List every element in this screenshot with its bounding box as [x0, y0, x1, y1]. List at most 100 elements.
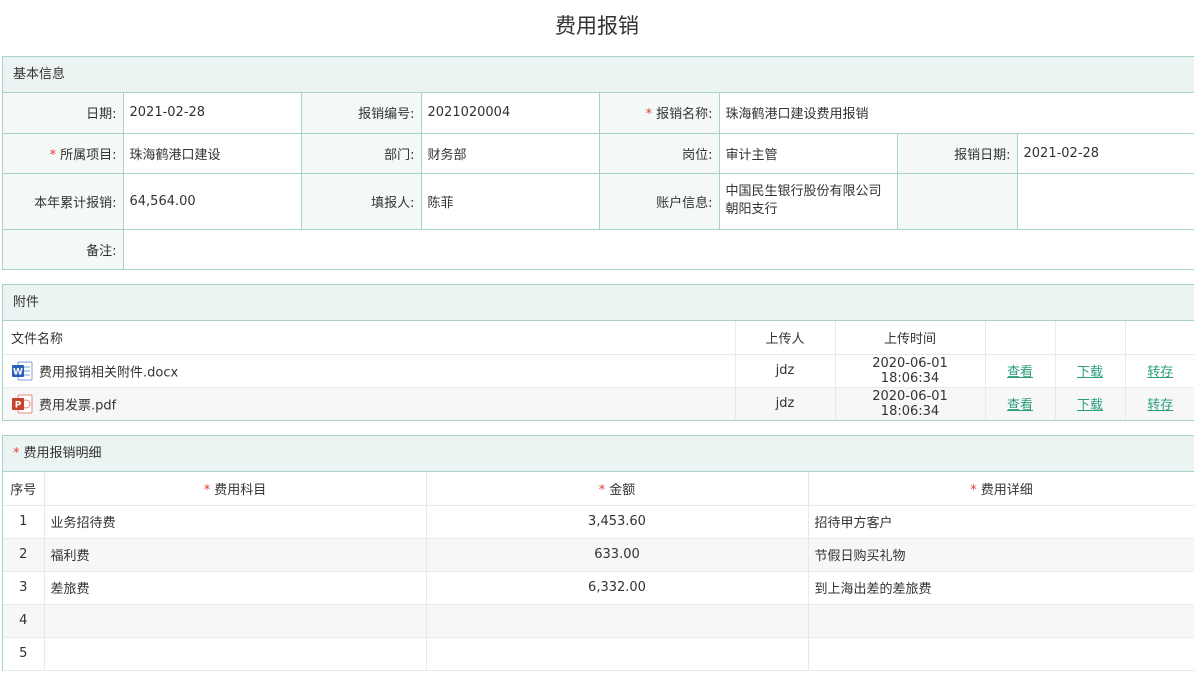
basic-info-table: 日期: 2021-02-28 报销编号: 2021020004 * 报销名称: 珠… — [3, 93, 1194, 269]
empty-cell — [1017, 173, 1194, 230]
col-detail: 费用详细 — [980, 482, 1033, 498]
file-name-cell: P 费用发票.pdf — [3, 387, 736, 420]
detail-row: 4 — [3, 604, 1194, 638]
amount-cell[interactable]: 6,332.00 — [426, 571, 809, 605]
ppt-file-icon: P — [11, 394, 33, 414]
page-title: 费用报销 — [555, 14, 639, 38]
col-upload-time: 上传时间 — [835, 321, 986, 355]
view-link[interactable]: 查看 — [1007, 398, 1033, 413]
col-empty — [1125, 321, 1194, 355]
col-amount-cell: * 金额 — [426, 472, 809, 506]
amount-cell[interactable] — [426, 604, 809, 638]
svg-text:P: P — [15, 400, 22, 410]
attachment-row: P 费用发票.pdf jdz 2020-06-01 18:06:34 查看 下载… — [3, 387, 1194, 420]
col-empty — [1055, 321, 1126, 355]
dept-label: 部门: — [301, 133, 422, 174]
save-link[interactable]: 转存 — [1147, 398, 1173, 413]
ytd-label: 本年累计报销: — [3, 173, 124, 230]
uploader: jdz — [735, 354, 836, 388]
col-amount: 金额 — [609, 482, 636, 498]
basic-info-heading: 基本信息 — [3, 57, 1194, 93]
required-mark: * — [598, 482, 606, 498]
name-label-cell: * 报销名称: — [599, 93, 720, 134]
col-subject-cell: * 费用科目 — [44, 472, 427, 506]
col-subject: 费用科目 — [214, 482, 267, 498]
subject-cell[interactable] — [44, 637, 427, 671]
col-file-name: 文件名称 — [3, 321, 736, 355]
upload-time: 2020-06-01 18:06:34 — [835, 354, 986, 388]
name-value[interactable]: 珠海鹤港口建设费用报销 — [719, 93, 1194, 134]
project-label: 所属项目: — [60, 147, 117, 163]
uploader: jdz — [735, 387, 836, 420]
upload-time: 2020-06-01 18:06:34 — [835, 387, 986, 420]
detail-cell[interactable]: 招待甲方客户 — [808, 505, 1194, 539]
required-mark: * — [645, 107, 653, 123]
attachment-row: W 费用报销相关附件.docx jdz 2020-06-01 18:06:34 … — [3, 354, 1194, 388]
detail-row: 5 — [3, 637, 1194, 671]
date-label: 日期: — [3, 93, 124, 134]
filler-label: 填报人: — [301, 173, 422, 230]
required-mark: * — [970, 482, 977, 498]
subject-cell[interactable]: 业务招待费 — [44, 505, 427, 539]
detail-cell[interactable] — [808, 604, 1194, 638]
project-value[interactable]: 珠海鹤港口建设 — [123, 133, 302, 174]
col-uploader: 上传人 — [735, 321, 836, 355]
attachments-panel: 附件 文件名称 上传人 上传时间 W 费用报销相关附件.docx jdz 202… — [2, 284, 1194, 421]
col-no: 序号 — [3, 472, 45, 506]
name-label: 报销名称: — [656, 107, 713, 123]
amount-cell[interactable]: 633.00 — [426, 538, 809, 572]
ytd-value[interactable]: 64,564.00 — [123, 173, 302, 230]
date-value[interactable]: 2021-02-28 — [123, 93, 302, 134]
subject-cell[interactable]: 福利费 — [44, 538, 427, 572]
amount-cell[interactable]: 3,453.60 — [426, 505, 809, 539]
col-empty — [985, 321, 1056, 355]
row-no: 5 — [3, 637, 45, 671]
post-label: 岗位: — [599, 133, 720, 174]
account-label: 账户信息: — [599, 173, 720, 230]
amount-cell[interactable] — [426, 637, 809, 671]
detail-row: 3 差旅费 6,332.00 到上海出差的差旅费 — [3, 571, 1194, 605]
detail-cell[interactable] — [808, 637, 1194, 671]
details-panel: * 费用报销明细 序号 * 费用科目 * 金额 * 费用详细 1 业务招待费 3,453… — [2, 435, 1194, 671]
subject-cell[interactable]: 差旅费 — [44, 571, 427, 605]
reimb-date-label: 报销日期: — [897, 133, 1018, 174]
detail-row: 1 业务招待费 3,453.60 招待甲方客户 — [3, 505, 1194, 539]
row-no: 4 — [3, 604, 45, 638]
svg-text:W: W — [13, 367, 23, 377]
details-heading-row: * 费用报销明细 — [3, 436, 1194, 472]
row-no: 1 — [3, 505, 45, 539]
detail-row: 2 福利费 633.00 节假日购买礼物 — [3, 538, 1194, 572]
remark-label: 备注: — [3, 229, 124, 269]
download-link[interactable]: 下载 — [1077, 365, 1103, 380]
detail-cell[interactable]: 到上海出差的差旅费 — [808, 571, 1194, 605]
view-link[interactable]: 查看 — [1007, 365, 1033, 380]
number-label: 报销编号: — [301, 93, 422, 134]
details-heading: 费用报销明细 — [23, 446, 102, 461]
required-mark: * — [49, 147, 57, 163]
row-no: 3 — [3, 571, 45, 605]
subject-cell[interactable] — [44, 604, 427, 638]
remark-value[interactable] — [123, 229, 1194, 269]
row-no: 2 — [3, 538, 45, 572]
file-name[interactable]: 费用发票.pdf — [39, 398, 116, 413]
project-label-cell: * 所属项目: — [3, 133, 124, 174]
detail-cell[interactable]: 节假日购买礼物 — [808, 538, 1194, 572]
reimb-date-value[interactable]: 2021-02-28 — [1017, 133, 1194, 174]
col-detail-cell: * 费用详细 — [808, 472, 1194, 506]
file-name-cell: W 费用报销相关附件.docx — [3, 354, 736, 388]
post-value[interactable]: 审计主管 — [719, 133, 898, 174]
basic-info-panel: 基本信息 日期: 2021-02-28 报销编号: 2021020004 * 报销… — [2, 56, 1194, 270]
number-value[interactable]: 2021020004 — [421, 93, 600, 134]
save-link[interactable]: 转存 — [1147, 365, 1173, 380]
required-mark: * — [203, 482, 211, 498]
details-table: 序号 * 费用科目 * 金额 * 费用详细 1 业务招待费 3,453.60 招待甲方… — [3, 472, 1194, 671]
file-name[interactable]: 费用报销相关附件.docx — [39, 365, 178, 380]
attachments-table: 文件名称 上传人 上传时间 W 费用报销相关附件.docx jdz 2020-0… — [3, 321, 1194, 420]
attachments-heading: 附件 — [3, 285, 1194, 321]
dept-value[interactable]: 财务部 — [421, 133, 600, 174]
filler-value[interactable]: 陈菲 — [421, 173, 600, 230]
download-link[interactable]: 下载 — [1077, 398, 1103, 413]
account-value[interactable]: 中国民生银行股份有限公司朝阳支行 — [719, 173, 898, 230]
empty-cell — [897, 173, 1018, 230]
word-file-icon: W — [11, 361, 33, 381]
